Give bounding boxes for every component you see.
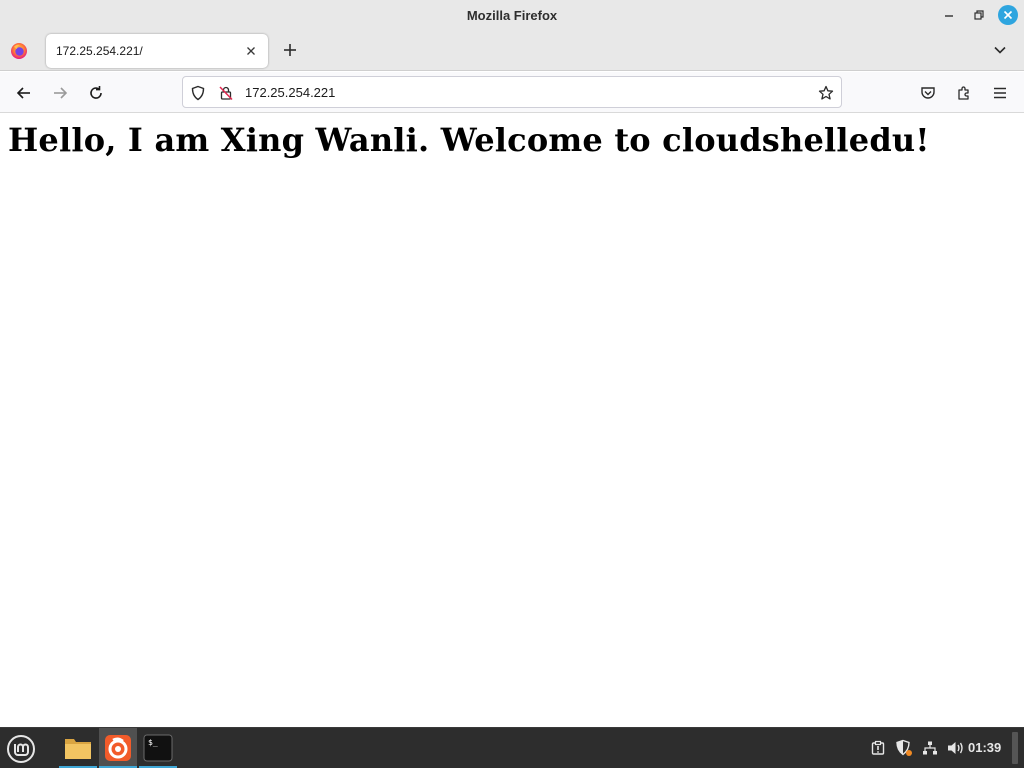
forward-icon (54, 87, 68, 99)
taskbar-firefox-app[interactable] (99, 728, 137, 768)
reload-icon (90, 86, 102, 99)
minimize-icon (945, 15, 953, 17)
chevron-down-icon (994, 46, 1006, 54)
terminal-app-icon: $_ (143, 734, 173, 762)
tracking-protection-button[interactable] (189, 84, 207, 102)
bookmark-button[interactable] (817, 84, 835, 102)
update-manager-icon (871, 740, 885, 755)
menu-icon (994, 87, 1006, 99)
shield-icon (191, 85, 205, 101)
volume-icon (948, 742, 963, 754)
taskbar-files-app[interactable] (59, 728, 97, 768)
system-tray (864, 736, 968, 760)
taskbar-terminal-app[interactable]: $_ (139, 728, 177, 768)
close-button[interactable] (998, 5, 1018, 25)
minimize-button[interactable] (936, 4, 962, 26)
close-icon (1003, 10, 1013, 20)
security-shield-button[interactable] (892, 736, 916, 760)
pocket-button[interactable] (915, 80, 941, 106)
pocket-icon (921, 87, 935, 99)
show-desktop-button[interactable] (1012, 732, 1018, 764)
clock[interactable]: 01:39 (968, 740, 1001, 755)
plus-icon (284, 44, 296, 56)
network-button[interactable] (918, 736, 942, 760)
url-text[interactable]: 172.25.254.221 (245, 85, 335, 100)
firefox-icon (11, 43, 27, 59)
extensions-button[interactable] (951, 80, 977, 106)
insecure-lock-icon (219, 86, 233, 101)
tab-close-button[interactable] (238, 38, 264, 64)
url-bar[interactable]: 172.25.254.221 (182, 76, 842, 108)
list-all-tabs-button[interactable] (988, 38, 1012, 62)
start-menu-button[interactable] (4, 732, 38, 766)
extensions-icon (958, 86, 969, 100)
network-icon (923, 741, 937, 755)
back-button[interactable] (11, 80, 37, 106)
svg-text:$_: $_ (148, 738, 158, 747)
page-heading: Hello, I am Xing Wanli. Welcome to cloud… (8, 121, 930, 159)
taskbar: $_ 01:39 (0, 727, 1024, 768)
window-controls (936, 4, 1018, 26)
close-icon (247, 47, 255, 55)
firefox-view-button[interactable] (10, 42, 28, 60)
window-title: Mozilla Firefox (466, 7, 558, 23)
security-shield-icon (896, 739, 912, 756)
page-content: Hello, I am Xing Wanli. Welcome to cloud… (0, 113, 1024, 727)
reload-button[interactable] (83, 80, 109, 106)
restore-icon (974, 10, 984, 20)
tab-bar: 172.25.254.221/ (0, 30, 1024, 71)
site-info-button[interactable] (217, 84, 235, 102)
bookmark-star-icon (818, 85, 834, 100)
window-titlebar: Mozilla Firefox (0, 0, 1024, 30)
mint-logo-icon (7, 735, 35, 763)
files-app-icon (65, 739, 91, 759)
update-manager-button[interactable] (866, 736, 890, 760)
volume-button[interactable] (944, 736, 968, 760)
restore-button[interactable] (966, 4, 992, 26)
tab-active[interactable]: 172.25.254.221/ (46, 34, 268, 68)
firefox-app-icon (105, 735, 131, 761)
app-menu-button[interactable] (987, 80, 1013, 106)
forward-button[interactable] (47, 80, 73, 106)
tab-title: 172.25.254.221/ (56, 44, 143, 58)
back-icon (16, 87, 30, 99)
navigation-toolbar: 172.25.254.221 (0, 72, 1024, 113)
new-tab-button[interactable] (278, 38, 302, 62)
